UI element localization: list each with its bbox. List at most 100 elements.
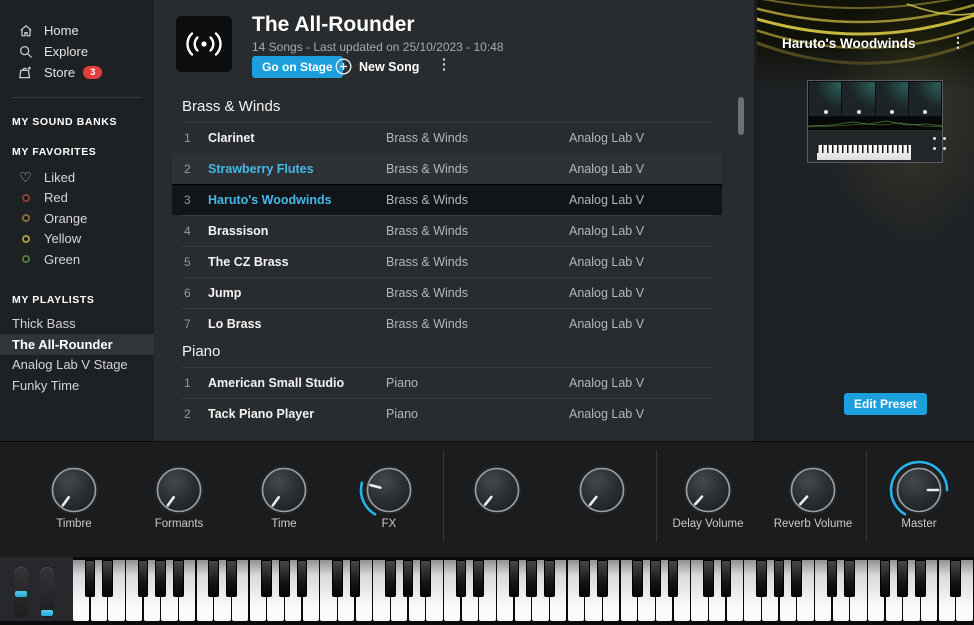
song-row[interactable]: 3 Haruto's Woodwinds Brass & Winds Analog L… <box>172 184 722 215</box>
black-key[interactable] <box>296 560 308 597</box>
black-key[interactable] <box>597 560 608 597</box>
song-type: Piano <box>386 407 418 421</box>
song-bank: Analog Lab V <box>569 224 645 238</box>
black-key[interactable] <box>173 560 184 597</box>
playlist-item[interactable]: Funky Time <box>0 375 154 396</box>
song-row[interactable]: 5 The CZ Brass Brass & Winds Analog Lab V <box>182 246 712 277</box>
black-key[interactable] <box>508 560 520 597</box>
knob-label: Timbre <box>56 518 92 530</box>
black-key[interactable] <box>137 560 149 597</box>
black-key[interactable] <box>791 560 802 597</box>
song-num: 3 <box>184 193 191 207</box>
black-key[interactable] <box>897 560 908 597</box>
black-key[interactable] <box>950 560 961 597</box>
song-type: Brass & Winds <box>386 317 468 331</box>
wheel-panel <box>0 557 73 621</box>
playlist-menu-icon[interactable]: ⋮ <box>434 55 454 73</box>
black-key[interactable] <box>84 560 96 597</box>
black-key[interactable] <box>261 560 272 597</box>
favorite-item-red[interactable]: Red <box>0 188 154 209</box>
black-key[interactable] <box>385 560 396 597</box>
favorite-item-yellow[interactable]: Yellow <box>0 229 154 250</box>
song-num: 1 <box>184 131 191 145</box>
song-type: Piano <box>386 376 418 390</box>
black-key[interactable] <box>402 560 414 597</box>
color-tag-icon <box>17 214 34 223</box>
knob-label: Delay Volume <box>672 518 744 530</box>
black-key[interactable] <box>632 560 643 597</box>
pitch-bend-wheel[interactable] <box>14 567 28 618</box>
song-row[interactable]: 7 Lo Brass Brass & Winds Analog Lab V <box>182 308 712 339</box>
song-name: The CZ Brass <box>208 255 289 269</box>
sidebar-item-explore[interactable]: Explore <box>0 41 154 62</box>
sidebar-item-home[interactable]: Home <box>0 20 154 41</box>
knob-delay-volume[interactable] <box>676 458 740 522</box>
go-on-stage-button[interactable]: Go on Stage <box>252 56 343 78</box>
black-key[interactable] <box>756 560 767 597</box>
song-num: 7 <box>184 317 191 331</box>
playlist-meta: 14 Songs - Last updated on 25/10/2023 - … <box>252 40 504 54</box>
edit-preset-button[interactable]: Edit Preset <box>844 393 927 415</box>
playlist-item[interactable]: Analog Lab V Stage <box>0 355 154 376</box>
black-key[interactable] <box>826 560 838 597</box>
black-key[interactable] <box>703 560 714 597</box>
playlist-item[interactable]: The All-Rounder <box>0 334 154 355</box>
knob-label: FX <box>381 518 397 530</box>
black-key[interactable] <box>720 560 732 597</box>
song-row[interactable]: 1 American Small Studio Piano Analog Lab V <box>182 367 712 398</box>
black-key[interactable] <box>773 560 785 597</box>
preset-panel: Haruto's Woodwinds ⋮ Edit Preset <box>757 0 974 441</box>
black-key[interactable] <box>420 560 431 597</box>
list-scrollbar[interactable] <box>738 97 744 135</box>
preset-menu-icon[interactable]: ⋮ <box>950 34 966 51</box>
favorite-item-orange[interactable]: Orange <box>0 208 154 229</box>
song-type: Brass & Winds <box>386 255 468 269</box>
song-row[interactable]: 1 Clarinet Brass & Winds Analog Lab V <box>182 122 712 153</box>
black-key[interactable] <box>102 560 113 597</box>
song-row[interactable]: 2 Tack Piano Player Piano Analog Lab V <box>182 398 712 429</box>
knob-master[interactable] <box>887 458 951 522</box>
favorite-item-liked[interactable]: ♡ Liked <box>0 167 154 188</box>
sidebar-item-store[interactable]: Store 3 <box>0 62 154 83</box>
black-key[interactable] <box>155 560 166 597</box>
black-key[interactable] <box>844 560 855 597</box>
playlists-header: MY PLAYLISTS <box>12 293 95 306</box>
list-section-title: Brass & Winds <box>182 98 281 115</box>
song-num: 2 <box>184 407 191 421</box>
song-row[interactable]: 2 Strawberry Flutes Brass & Winds Analog La… <box>172 153 722 184</box>
knob-time[interactable] <box>252 458 316 522</box>
knob-formants[interactable] <box>147 458 211 522</box>
black-key[interactable] <box>650 560 661 597</box>
song-num: 2 <box>184 162 191 176</box>
black-key[interactable] <box>667 560 679 597</box>
black-key[interactable] <box>915 560 926 597</box>
knob-reverb-volume[interactable] <box>781 458 845 522</box>
black-key[interactable] <box>879 560 891 597</box>
playlist-item[interactable]: Thick Bass <box>0 314 154 335</box>
song-num: 6 <box>184 286 191 300</box>
black-key[interactable] <box>526 560 537 597</box>
song-row[interactable]: 4 Brassison Brass & Winds Analog Lab V <box>182 215 712 246</box>
black-key[interactable] <box>208 560 219 597</box>
black-key[interactable] <box>279 560 290 597</box>
knob-macro-5[interactable] <box>465 458 529 522</box>
black-key[interactable] <box>544 560 555 597</box>
knob-fx[interactable] <box>357 458 421 522</box>
playlist-artwork <box>176 16 232 72</box>
song-name: Strawberry Flutes <box>208 162 314 176</box>
favorite-item-green[interactable]: Green <box>0 249 154 270</box>
black-key[interactable] <box>579 560 590 597</box>
new-song-button[interactable]: New Song <box>335 56 419 77</box>
black-key[interactable] <box>455 560 467 597</box>
black-key[interactable] <box>332 560 343 597</box>
knob-timbre[interactable] <box>42 458 106 522</box>
black-key[interactable] <box>473 560 484 597</box>
song-row[interactable]: 6 Jump Brass & Winds Analog Lab V <box>182 277 712 308</box>
black-key[interactable] <box>226 560 237 597</box>
knob-macro-6[interactable] <box>570 458 634 522</box>
favorites-header: MY FAVORITES <box>12 146 97 158</box>
mod-wheel[interactable] <box>40 567 54 618</box>
favorite-label: Green <box>44 251 81 267</box>
song-type: Brass & Winds <box>386 224 468 238</box>
black-key[interactable] <box>349 560 361 597</box>
